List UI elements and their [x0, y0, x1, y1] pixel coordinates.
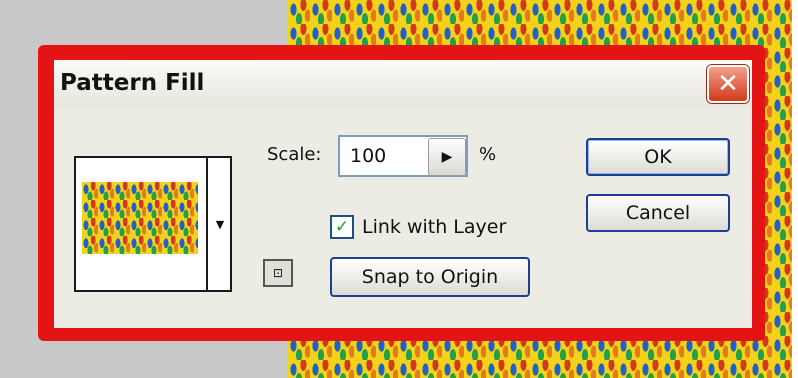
link-with-layer-label[interactable]: Link with Layer [362, 216, 506, 238]
scale-unit-label: % [479, 144, 497, 165]
scale-label: Scale: [267, 144, 322, 165]
link-with-layer-row[interactable]: ✓ Link with Layer [330, 214, 506, 240]
title-bar[interactable]: Pattern Fill ✕ [54, 60, 752, 108]
pattern-dropdown-button[interactable]: ▼ [206, 158, 232, 290]
chevron-down-icon: ▼ [215, 217, 225, 231]
close-button[interactable]: ✕ [707, 65, 749, 103]
close-icon: ✕ [717, 69, 739, 99]
checkmark-icon: ✓ [334, 216, 350, 237]
cancel-button[interactable]: Cancel [586, 194, 730, 232]
pattern-swatch-icon [82, 182, 198, 254]
pattern-picker[interactable]: ▼ [74, 156, 232, 292]
snap-to-origin-button[interactable]: Snap to Origin [330, 257, 530, 297]
ok-button[interactable]: OK [586, 138, 730, 176]
scale-slider-button[interactable]: ▶ [428, 138, 466, 176]
new-preset-icon: ⊡ [272, 266, 284, 280]
link-with-layer-checkbox[interactable]: ✓ [330, 215, 354, 239]
arrow-right-icon: ▶ [441, 149, 453, 165]
pattern-fill-dialog: Pattern Fill ✕ ▼ Scale: ▶ % ✓ Link with … [54, 60, 752, 328]
new-preset-button[interactable]: ⊡ [263, 259, 293, 287]
dialog-title: Pattern Fill [60, 70, 205, 96]
